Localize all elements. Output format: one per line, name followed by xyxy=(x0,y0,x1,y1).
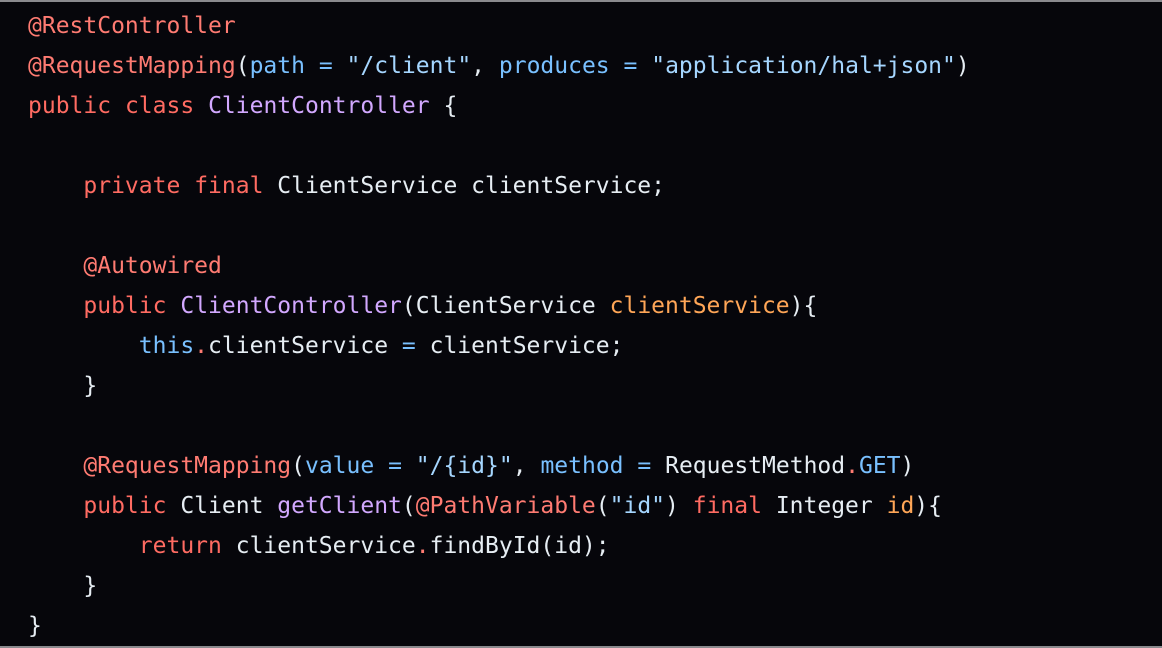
code-token: @RestController xyxy=(28,13,236,39)
code-token: public xyxy=(28,93,112,119)
code-token: = xyxy=(388,453,402,479)
code-token: Integer xyxy=(761,493,887,519)
code-token: ClientController xyxy=(208,93,430,119)
code-token: ClientController xyxy=(180,293,402,319)
code-token: , xyxy=(471,53,499,79)
code-line: public class ClientController { xyxy=(28,86,1162,126)
code-line: @RequestMapping(path = "/client", produc… xyxy=(28,46,1162,86)
code-token: path xyxy=(249,53,305,79)
code-token: (ClientService xyxy=(401,293,610,319)
code-token: private xyxy=(83,173,181,199)
code-token: { xyxy=(429,93,458,119)
code-token: "id" xyxy=(609,493,666,519)
code-line: @RequestMapping(value = "/{id}", method … xyxy=(28,446,1162,486)
code-token: ( xyxy=(595,493,610,519)
code-token: } xyxy=(28,373,98,399)
code-token: ( xyxy=(401,493,416,519)
code-token: , xyxy=(512,453,541,479)
code-line: } xyxy=(28,366,1162,406)
code-token: = xyxy=(401,333,416,359)
code-token: ClientService clientService; xyxy=(263,173,666,199)
code-token: ( xyxy=(235,53,250,79)
code-token: . xyxy=(415,533,430,559)
code-token: ){ xyxy=(914,493,942,519)
code-token: ) xyxy=(900,453,915,479)
code-line: @RestController xyxy=(28,6,1162,46)
code-token: ) xyxy=(955,53,970,79)
code-token: ) xyxy=(665,493,693,519)
code-token: ){ xyxy=(789,293,818,319)
code-token: clientService; xyxy=(415,333,624,359)
code-line: } xyxy=(28,606,1162,646)
code-line: @Autowired xyxy=(28,246,1162,286)
code-token: Client xyxy=(166,493,278,519)
code-token: GET xyxy=(858,453,901,479)
code-line: private final ClientService clientServic… xyxy=(28,166,1162,206)
code-token: return xyxy=(138,533,222,559)
code-token: } xyxy=(28,573,98,599)
code-editor[interactable]: @RestController @RequestMapping(path = "/… xyxy=(0,0,1162,648)
code-token: method xyxy=(540,453,624,479)
code-token: @Autowired xyxy=(83,253,222,279)
code-token: . xyxy=(845,453,859,479)
code-line: public ClientController(ClientService cl… xyxy=(28,286,1162,326)
code-token: @PathVariable xyxy=(415,493,596,519)
code-token: = xyxy=(623,53,638,79)
code-token: RequestMethod xyxy=(651,453,846,479)
code-token: findById(id); xyxy=(429,533,610,559)
code-token: id xyxy=(886,493,915,519)
code-token: produces xyxy=(498,53,610,79)
code-token: "/{id}" xyxy=(415,453,513,479)
code-token: this xyxy=(138,333,195,359)
code-token: public xyxy=(83,493,167,519)
code-token: "application/hal+json" xyxy=(651,53,956,79)
code-block[interactable]: @RestController @RequestMapping(path = "/… xyxy=(28,6,1162,646)
code-token: "/client" xyxy=(346,53,472,79)
code-token: final xyxy=(692,493,762,519)
code-token: getClient xyxy=(277,493,402,519)
code-token: ( xyxy=(291,453,305,479)
code-line: public Client getClient(@PathVariable("i… xyxy=(28,486,1162,526)
code-line: } xyxy=(28,566,1162,606)
code-token: = xyxy=(318,53,333,79)
code-token: = xyxy=(637,453,652,479)
code-token: class xyxy=(124,93,195,119)
code-token: clientService xyxy=(208,333,402,359)
code-token: final xyxy=(194,173,264,199)
code-token: . xyxy=(194,333,209,359)
code-token: value xyxy=(304,453,375,479)
code-line: this.clientService = clientService; xyxy=(28,326,1162,366)
code-token: } xyxy=(28,613,42,639)
code-token: public xyxy=(83,293,167,319)
code-token: @RequestMapping xyxy=(83,453,292,479)
code-token: clientService xyxy=(609,293,790,319)
code-token: clientService xyxy=(221,533,416,559)
code-line: return clientService.findById(id); xyxy=(28,526,1162,566)
code-token: @RequestMapping xyxy=(28,53,236,79)
